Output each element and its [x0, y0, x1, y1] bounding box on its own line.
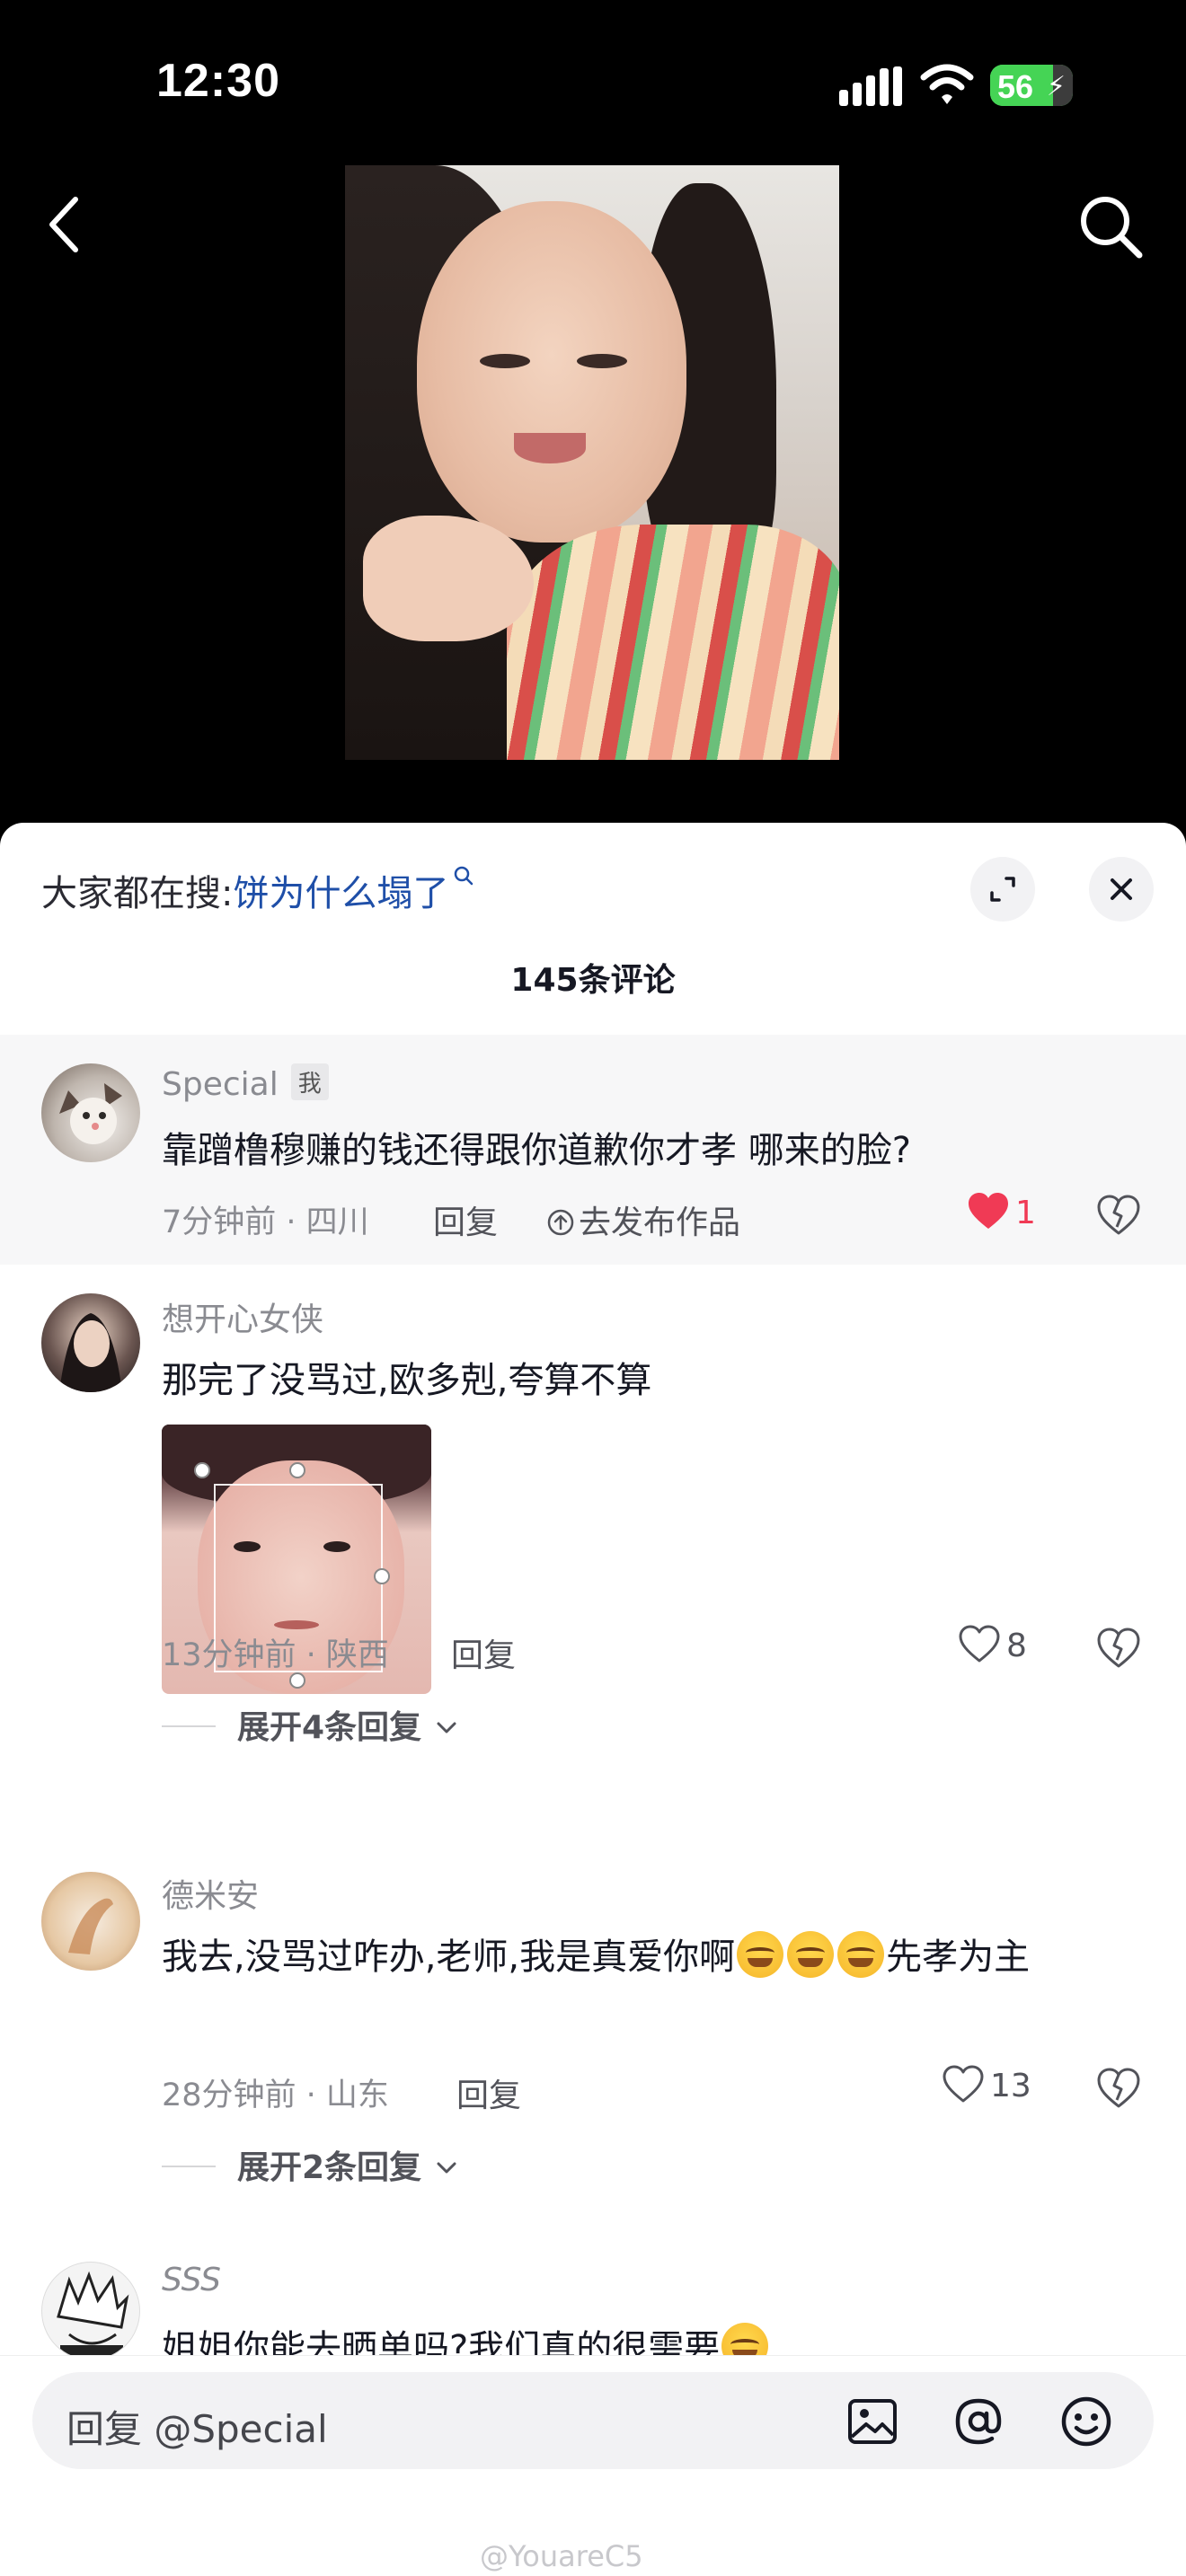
- comment-item[interactable]: Special 我 靠蹭橹穆赚的钱还得跟你道歉你才孝 哪来的脸? 7分钟前 · 四…: [0, 1035, 1186, 1265]
- search-icon: [455, 866, 474, 886]
- mention-icon[interactable]: [951, 2394, 1006, 2449]
- comment-meta: 13分钟前 · 陕西: [162, 1637, 389, 1673]
- video-player[interactable]: [345, 165, 839, 760]
- like-button[interactable]: 1: [967, 1191, 1036, 1231]
- avatar[interactable]: [41, 1872, 140, 1971]
- like-button[interactable]: 8: [958, 1624, 1027, 1664]
- heart-outline-icon: [959, 1625, 1000, 1663]
- like-count: 13: [990, 2068, 1031, 2104]
- self-badge: 我: [290, 1063, 329, 1100]
- comment-text: 我去,没骂过咋办,老师,我是真爱你啊 先孝为主: [162, 1924, 1141, 1990]
- comment-text: 那完了没骂过,欧多剋,夸算不算: [162, 1360, 652, 1401]
- battery-level: 56: [997, 68, 1034, 105]
- chevron-down-icon: [437, 2162, 456, 2174]
- expand-replies-button[interactable]: 展开2条回复: [162, 2141, 460, 2188]
- avatar[interactable]: [41, 1063, 140, 1162]
- reply-button[interactable]: 回复: [456, 2069, 521, 2116]
- avatar[interactable]: [41, 1293, 140, 1392]
- dislike-icon[interactable]: [1096, 2066, 1141, 2111]
- expand-replies-label: 展开4条回复: [237, 1709, 422, 1746]
- like-count: 1: [1015, 1195, 1036, 1231]
- commenter-name[interactable]: 想开心女侠: [162, 1293, 323, 1340]
- comment-sheet: 大家都在搜:饼为什么塌了 145条评论 Special 我 靠蹭橹穆赚的钱还得跟…: [0, 823, 1186, 2576]
- commenter-name[interactable]: 德米安: [162, 1870, 259, 1917]
- comment-item[interactable]: 想开心女侠 那完了没骂过,欧多剋,夸算不算 13分钟前 · 陕西 回复 8 展开…: [0, 1265, 1186, 1746]
- like-button[interactable]: 13: [942, 2064, 1031, 2104]
- search-suggestion[interactable]: 大家都在搜:饼为什么塌了: [41, 864, 475, 916]
- publish-label: 去发布作品: [579, 1204, 741, 1241]
- battery-indicator: 56 ⚡: [990, 65, 1073, 106]
- commenter-name[interactable]: SSS: [162, 2262, 221, 2298]
- video-person-face: [417, 201, 686, 543]
- comment-meta: 7分钟前 · 四川: [162, 1204, 369, 1240]
- watermark: @YouareC5: [480, 2539, 643, 2573]
- heart-filled-icon: [969, 1193, 1008, 1229]
- commenter-name[interactable]: Special 我: [162, 1063, 329, 1103]
- crying-emoji-icon: [837, 1931, 885, 1978]
- reply-placeholder: 回复 @Special: [66, 2407, 328, 2451]
- video-person-shirt: [507, 525, 839, 760]
- comment-text: 靠蹭橹穆赚的钱还得跟你道歉你才孝 哪来的脸?: [162, 1130, 911, 1171]
- comment-item[interactable]: 德米安 我去,没骂过咋办,老师,我是真爱你啊 先孝为主 28分钟前 · 山东 回复…: [0, 1841, 1186, 2186]
- publish-work-button[interactable]: 去发布作品: [546, 1196, 740, 1243]
- reply-bar: 回复 @Special @YouareC5: [0, 2355, 1186, 2576]
- image-picker-icon[interactable]: [845, 2394, 900, 2449]
- crying-emoji-icon: [787, 1931, 835, 1978]
- expand-replies-button[interactable]: 展开4条回复: [162, 1701, 460, 1748]
- upload-icon: [547, 1209, 574, 1236]
- close-button[interactable]: [1089, 857, 1154, 922]
- reply-button[interactable]: 回复: [433, 1196, 498, 1243]
- emoji-picker-icon[interactable]: [1058, 2394, 1114, 2449]
- heart-outline-icon: [943, 2065, 984, 2103]
- cellular-signal-icon: [839, 66, 902, 106]
- avatar[interactable]: [41, 2262, 140, 2360]
- back-button[interactable]: [36, 189, 93, 260]
- expand-icon: [990, 877, 1015, 902]
- like-count: 8: [1006, 1628, 1027, 1664]
- search-button[interactable]: [1075, 190, 1146, 262]
- reply-button[interactable]: 回复: [451, 1629, 516, 1676]
- expand-replies-label: 展开2条回复: [237, 2149, 422, 2186]
- crying-emoji-icon: [737, 1931, 784, 1978]
- dislike-icon[interactable]: [1096, 1193, 1141, 1238]
- charging-bolt-icon: ⚡: [1046, 71, 1066, 102]
- status-time: 12:30: [156, 55, 280, 107]
- expand-sheet-button[interactable]: [970, 857, 1035, 922]
- reply-input[interactable]: 回复 @Special: [32, 2372, 1154, 2469]
- status-bar: 12:30 56 ⚡: [0, 0, 1186, 171]
- comment-meta: 28分钟前 · 山东: [162, 2078, 389, 2113]
- dislike-icon[interactable]: [1096, 1626, 1141, 1671]
- suggestion-prefix: 大家都在搜:: [41, 873, 234, 914]
- close-icon: [1111, 878, 1132, 900]
- wifi-icon: [920, 64, 974, 104]
- comment-count: 145条评论: [510, 962, 676, 999]
- suggestion-term[interactable]: 饼为什么塌了: [233, 873, 448, 914]
- chevron-down-icon: [437, 1722, 456, 1734]
